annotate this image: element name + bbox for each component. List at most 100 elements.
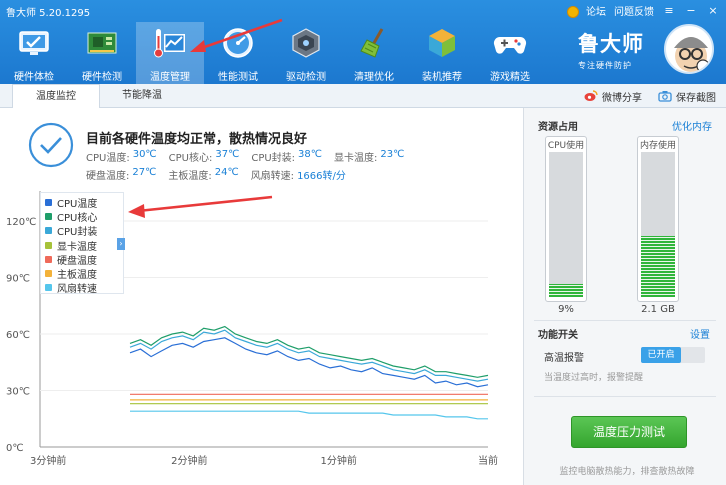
forum-link[interactable]: 论坛: [586, 3, 606, 18]
reading-row-2: 硬盘温度: 27℃ 主板温度: 24℃ 风扇转速: 1666转/分: [86, 167, 358, 182]
brand-slogan: 专注硬件防护: [578, 61, 632, 70]
legend-item[interactable]: 主板温度: [45, 266, 123, 282]
legend-label: 主板温度: [57, 270, 97, 282]
reading-cpu-core: CPU核心: 37℃: [169, 149, 240, 164]
reading-label: CPU温度:: [86, 153, 130, 164]
cpu-usage-label: CPU使用: [547, 141, 585, 151]
reading-value: 1666转/分: [297, 171, 346, 182]
tab-temperature-monitor[interactable]: 温度监控: [12, 84, 100, 109]
menu-icon[interactable]: ≡: [662, 4, 676, 18]
side-panel: 资源占用 优化内存 CPU使用 9% 内存使用 2.1 GB 功能开关 设置 高…: [523, 108, 726, 485]
chart-x-tick-label: 2分钟前: [171, 454, 207, 467]
brand-name: 鲁大师: [578, 32, 644, 56]
nav-install-recommend[interactable]: 装机推荐: [408, 22, 476, 84]
cpu-usage-fill: [549, 283, 583, 297]
nav-label: 游戏精选: [490, 72, 530, 83]
temperature-monitor-panel: 目前各硬件温度均正常，散热情况良好 CPU温度: 30℃ CPU核心: 37℃ CP…: [0, 108, 522, 485]
mascot-avatar[interactable]: [664, 24, 714, 74]
optimize-memory-link[interactable]: 优化内存: [672, 118, 712, 133]
status-ok-icon: [28, 122, 74, 168]
thermometer-chart-icon: [154, 29, 185, 58]
legend-swatch: [45, 270, 52, 278]
circuit-board-icon: [87, 32, 117, 54]
nav-performance[interactable]: 性能测试: [204, 22, 272, 84]
weibo-icon: [584, 90, 598, 101]
weibo-share-button[interactable]: 微博分享: [584, 89, 642, 104]
nav-label: 驱动检测: [286, 72, 326, 83]
app-title: 鲁大师 5.20.1295: [6, 8, 91, 19]
legend-item[interactable]: CPU核心: [45, 209, 123, 224]
gamepad-icon: [493, 36, 527, 54]
reading-cpu-temp: CPU温度: 30℃: [86, 149, 157, 164]
chart-y-tick-label: 30℃: [6, 387, 30, 398]
nav-temperature[interactable]: 温度管理: [136, 22, 204, 84]
legend-label: CPU封装: [57, 227, 98, 239]
legend-item[interactable]: 风扇转速: [45, 281, 123, 295]
divider: [534, 396, 716, 397]
medal-icon[interactable]: [566, 4, 579, 18]
tab-actions: 微博分享 保存截图: [584, 84, 716, 108]
chart-x-tick-label: 当前: [478, 454, 498, 467]
legend-label: 风扇转速: [57, 284, 97, 296]
legend-label: 显卡温度: [57, 241, 97, 253]
reading-label: 风扇转速:: [250, 171, 295, 182]
reading-value: 23℃: [380, 149, 405, 160]
chart-y-tick-label: 0℃: [6, 443, 24, 454]
nav-driver[interactable]: 驱动检测: [272, 22, 340, 84]
top-header: 鲁大师 5.20.1295 论坛 问题反馈 ≡ − × 硬件体检 硬件检测 温度…: [0, 0, 726, 84]
reading-cpu-package: CPU封装: 38℃: [251, 149, 322, 164]
reading-value: 24℃: [214, 167, 239, 178]
top-links: 论坛 问题反馈 ≡ − ×: [566, 3, 720, 18]
reading-disk-temp: 硬盘温度: 27℃: [86, 167, 156, 182]
legend-swatch: [45, 284, 52, 292]
weibo-share-label: 微博分享: [602, 92, 642, 104]
reading-label: 主板温度:: [168, 171, 212, 182]
cube-icon: [429, 29, 455, 57]
chart-legend: CPU温度 CPU核心 CPU封装显卡温度硬盘温度主板温度风扇转速: [40, 192, 124, 295]
save-screenshot-button[interactable]: 保存截图: [658, 89, 716, 104]
chart-x-tick-label: 1分钟前: [320, 454, 356, 467]
nav-games[interactable]: 游戏精选: [476, 22, 544, 84]
legend-item[interactable]: 硬盘温度: [45, 252, 123, 267]
driver-chip-icon: [292, 28, 320, 58]
reading-value: 27℃: [132, 167, 157, 178]
reading-label: 显卡温度:: [334, 153, 378, 164]
chart-series-line: [129, 337, 489, 388]
legend-swatch: [45, 255, 52, 263]
nav-cleanup[interactable]: 清理优化: [340, 22, 408, 84]
nav-label: 装机推荐: [422, 72, 462, 83]
reading-value: 38℃: [298, 149, 323, 160]
cpu-usage-value: 9%: [558, 304, 574, 315]
tab-power-saving[interactable]: 节能降温: [102, 84, 182, 108]
legend-label: CPU核心: [57, 212, 98, 224]
nav-label: 硬件检测: [82, 72, 122, 83]
nav-hardware-checkup[interactable]: 硬件体检: [0, 22, 68, 84]
stress-test-button[interactable]: 温度压力测试: [571, 416, 687, 448]
legend-swatch: [45, 212, 52, 220]
reading-board-temp: 主板温度: 24℃: [168, 167, 238, 182]
brand: 鲁大师 专注硬件防护: [578, 28, 644, 71]
nav-hardware-detect[interactable]: 硬件检测: [68, 22, 136, 84]
chart-x-tick-label: 3分钟前: [30, 454, 66, 467]
high-temp-alarm-label: 高温报警: [544, 353, 584, 364]
functions-settings-link[interactable]: 设置: [690, 326, 710, 341]
legend-item[interactable]: CPU封装: [45, 224, 123, 238]
memory-usage-value: 2.1 GB: [641, 304, 675, 315]
broom-icon: [360, 28, 384, 58]
chart-y-tick-label: 60℃: [6, 330, 30, 341]
minimize-icon[interactable]: −: [684, 4, 698, 18]
chart-y-tick-label: 90℃: [6, 274, 30, 285]
high-temp-alarm-toggle[interactable]: 已开启: [641, 347, 705, 363]
reading-value: 37℃: [215, 149, 240, 160]
legend-item[interactable]: 显卡温度: [45, 238, 123, 253]
memory-usage-fill: [641, 236, 675, 297]
feedback-link[interactable]: 问题反馈: [614, 3, 654, 18]
reading-label: CPU封装:: [251, 153, 296, 164]
legend-item[interactable]: CPU温度: [45, 195, 123, 210]
legend-collapse-icon[interactable]: ›: [117, 238, 125, 250]
legend-label: 硬盘温度: [57, 255, 97, 267]
speedometer-icon: [223, 28, 253, 58]
monitor-check-icon: [19, 31, 49, 55]
close-icon[interactable]: ×: [706, 4, 720, 18]
memory-usage-meter: 内存使用: [637, 136, 679, 302]
